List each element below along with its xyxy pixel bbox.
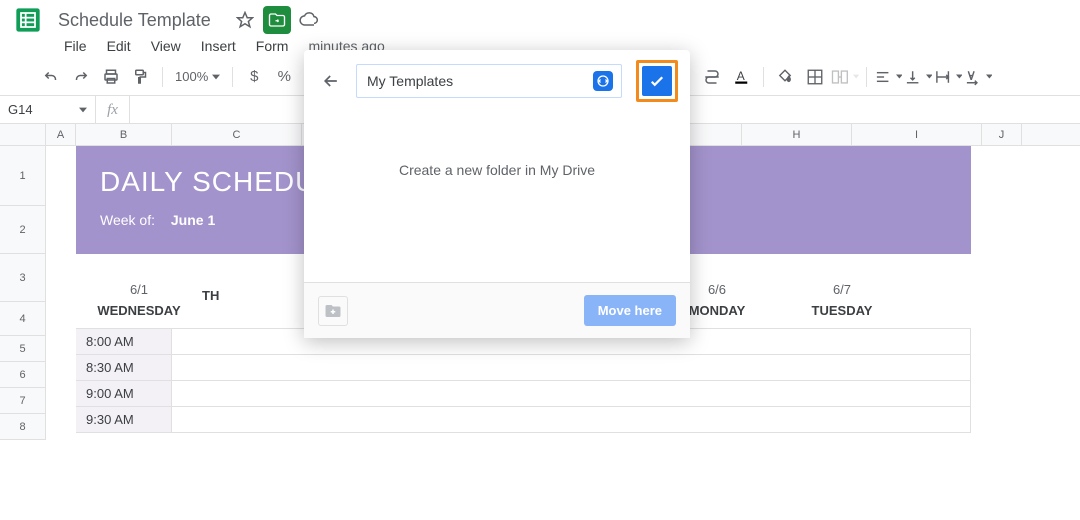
col-header[interactable]: C — [172, 124, 302, 145]
format-currency-icon[interactable]: $ — [240, 62, 268, 92]
row-header[interactable]: 3 — [0, 254, 46, 302]
dialog-body-text: Create a new folder in My Drive — [399, 162, 595, 178]
menu-edit[interactable]: Edit — [107, 38, 131, 54]
move-here-button[interactable]: Move here — [584, 295, 676, 326]
day-name: TH — [202, 288, 252, 303]
separator — [162, 67, 163, 87]
col-header[interactable]: B — [76, 124, 172, 145]
text-wrap-icon[interactable] — [934, 62, 962, 92]
menu-insert[interactable]: Insert — [201, 38, 236, 54]
separator — [866, 67, 867, 87]
name-box[interactable]: G14 — [0, 96, 96, 123]
title-bar: Schedule Template — [0, 0, 1080, 34]
time-label: 8:00 AM — [76, 329, 172, 354]
folder-name-input[interactable] — [357, 73, 593, 89]
new-folder-button[interactable] — [318, 296, 348, 326]
col-header[interactable]: A — [46, 124, 76, 145]
dialog-body: Create a new folder in My Drive — [304, 112, 690, 282]
zoom-value: 100% — [175, 69, 208, 84]
row-header[interactable]: 7 — [0, 388, 46, 414]
confirm-highlight — [636, 60, 678, 102]
day-date: 6/1 — [76, 282, 202, 297]
back-button[interactable] — [316, 66, 346, 96]
fx-label: fx — [96, 96, 130, 123]
col-header[interactable]: J — [982, 124, 1022, 145]
dialog-footer: Move here — [304, 282, 690, 338]
time-label: 9:00 AM — [76, 381, 172, 406]
day-name: WEDNESDAY — [76, 303, 202, 318]
undo-icon[interactable] — [37, 62, 65, 92]
move-to-folder-icon[interactable] — [263, 6, 291, 34]
row-header[interactable]: 2 — [0, 206, 46, 254]
week-of-label: Week of: — [100, 212, 155, 228]
day-date: 6/7 — [782, 282, 902, 297]
select-all-corner[interactable] — [0, 124, 46, 145]
fill-color-icon[interactable] — [771, 62, 799, 92]
confirm-folder-button[interactable] — [642, 66, 672, 96]
folder-name-input-wrap — [356, 64, 622, 98]
paint-format-icon[interactable] — [127, 62, 155, 92]
merge-cells-icon[interactable] — [831, 62, 859, 92]
text-rotation-icon[interactable] — [964, 62, 992, 92]
horizontal-align-icon[interactable] — [874, 62, 902, 92]
menu-format[interactable]: Form — [256, 38, 289, 54]
svg-text:A: A — [737, 69, 745, 83]
separator — [763, 67, 764, 87]
day-name: TUESDAY — [782, 303, 902, 318]
star-icon[interactable] — [231, 6, 259, 34]
row-header[interactable]: 5 — [0, 336, 46, 362]
chevron-down-icon — [79, 106, 87, 114]
vertical-align-icon[interactable] — [904, 62, 932, 92]
col-header[interactable]: I — [852, 124, 982, 145]
row-header[interactable]: 1 — [0, 146, 46, 206]
week-of-value: June 1 — [171, 212, 215, 228]
row-header[interactable]: 6 — [0, 362, 46, 388]
document-title[interactable]: Schedule Template — [54, 8, 215, 33]
format-percent-icon[interactable]: % — [270, 62, 298, 92]
borders-icon[interactable] — [801, 62, 829, 92]
col-header[interactable]: H — [742, 124, 852, 145]
redo-icon[interactable] — [67, 62, 95, 92]
zoom-dropdown[interactable]: 100% — [169, 69, 226, 84]
print-icon[interactable] — [97, 62, 125, 92]
time-label: 8:30 AM — [76, 355, 172, 380]
text-color-icon[interactable]: A — [728, 62, 756, 92]
move-dialog: Create a new folder in My Drive Move her… — [304, 50, 690, 338]
row-header[interactable]: 8 — [0, 414, 46, 440]
name-box-value: G14 — [8, 102, 33, 117]
time-row: 8:30 AM — [76, 355, 971, 381]
time-row: 9:30 AM — [76, 407, 971, 433]
menu-file[interactable]: File — [64, 38, 87, 54]
dialog-header — [304, 50, 690, 112]
time-rows: 8:00 AM 8:30 AM 9:00 AM 9:30 AM — [76, 328, 971, 433]
sheets-logo — [10, 2, 46, 38]
strikethrough-icon[interactable] — [698, 62, 726, 92]
menu-view[interactable]: View — [151, 38, 181, 54]
row-header[interactable]: 4 — [0, 302, 46, 336]
separator — [232, 67, 233, 87]
input-suffix-icon — [593, 71, 613, 91]
time-label: 9:30 AM — [76, 407, 172, 432]
cloud-status-icon[interactable] — [295, 6, 323, 34]
time-row: 9:00 AM — [76, 381, 971, 407]
